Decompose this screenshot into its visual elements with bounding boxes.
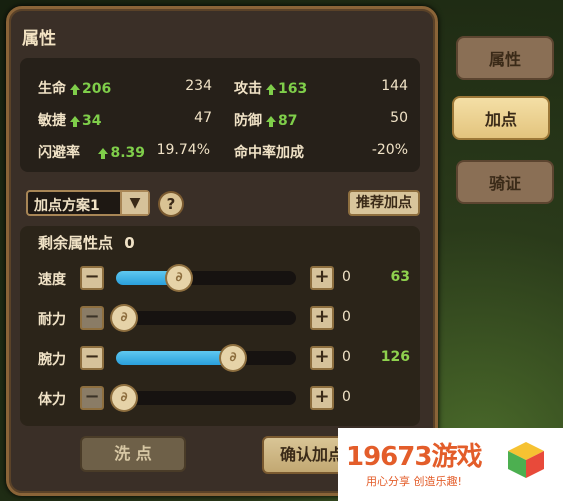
- up-arrow-icon: [266, 116, 276, 127]
- stat-hit-value: -20%: [371, 142, 408, 158]
- remaining-points: 剩余属性点 0: [38, 232, 135, 253]
- help-icon[interactable]: ?: [160, 193, 182, 215]
- remaining-value: 0: [124, 234, 135, 252]
- slider-track[interactable]: ∂: [116, 266, 296, 290]
- stat-hit: 命中率加成: [234, 142, 304, 162]
- stat-atk: 攻击 163: [234, 78, 307, 98]
- stat-dodge-value: 19.74%: [156, 142, 210, 158]
- stat-atk-up: 163: [278, 81, 308, 97]
- slider-knob[interactable]: ∂: [112, 386, 136, 410]
- stat-def-up: 87: [278, 113, 298, 129]
- slider-track[interactable]: ∂: [112, 306, 296, 330]
- stat-agi: 敏捷 34: [38, 110, 101, 130]
- stat-dodge-up: 8.39: [110, 145, 145, 161]
- stat-def-name: 防御: [234, 113, 262, 129]
- scheme-select[interactable]: 加点方案1 ▼: [26, 190, 150, 216]
- stat-agi-up: 34: [82, 113, 102, 129]
- up-arrow-icon: [70, 116, 80, 127]
- up-arrow-icon: [98, 148, 109, 159]
- slider-fill: [116, 351, 233, 365]
- remaining-label: 剩余属性点: [38, 234, 114, 252]
- plus-button[interactable]: +: [310, 386, 334, 410]
- slider-knob[interactable]: ∂: [112, 306, 136, 330]
- stat-hp-up: 206: [82, 81, 112, 97]
- wash-points-button[interactable]: 洗 点: [80, 436, 186, 472]
- stat-hp: 生命 206: [38, 78, 111, 98]
- stat-agi-name: 敏捷: [38, 113, 66, 129]
- watermark: 19673游戏 用心分享 创造乐趣!: [338, 428, 563, 501]
- stat-def: 防御 87: [234, 110, 297, 130]
- slider-track[interactable]: ∂: [112, 386, 296, 410]
- minus-button[interactable]: −: [80, 346, 104, 370]
- stat-def-value: 50: [390, 110, 408, 126]
- minus-button[interactable]: −: [80, 386, 104, 410]
- row-label: 速度: [38, 272, 66, 288]
- stat-hp-name: 生命: [38, 81, 66, 97]
- tab-attributes[interactable]: 属性: [456, 36, 554, 80]
- added-points: 0: [342, 309, 351, 325]
- stat-atk-name: 攻击: [234, 81, 262, 97]
- watermark-subtitle: 用心分享 创造乐趣!: [366, 475, 462, 488]
- added-points: 0: [342, 389, 351, 405]
- total-value: 126: [380, 349, 410, 365]
- stat-hit-name: 命中率加成: [234, 145, 304, 161]
- watermark-title: 19673游戏: [346, 442, 482, 472]
- stat-agi-value: 47: [194, 110, 212, 126]
- scheme-selected-label: 加点方案1: [34, 198, 100, 214]
- stat-dodge-name: 闪避率: [38, 145, 80, 161]
- tab-add-points[interactable]: 加点: [452, 96, 550, 140]
- minus-button[interactable]: −: [80, 266, 104, 290]
- added-points: 0: [342, 269, 351, 285]
- panel-title: 属性: [22, 29, 56, 49]
- slider-knob[interactable]: ∂: [221, 346, 245, 370]
- row-label: 体力: [38, 392, 66, 408]
- row-label: 耐力: [38, 312, 66, 328]
- plus-button[interactable]: +: [310, 306, 334, 330]
- stat-hp-value: 234: [185, 78, 212, 94]
- stat-dodge: 闪避率 8.39: [38, 142, 145, 162]
- up-arrow-icon: [266, 84, 276, 95]
- total-value: 63: [390, 269, 410, 285]
- slider-knob[interactable]: ∂: [167, 266, 191, 290]
- up-arrow-icon: [70, 84, 80, 95]
- cube-logo-icon: [508, 442, 544, 478]
- stat-atk-value: 144: [381, 78, 408, 94]
- tab-mount[interactable]: 骑证: [456, 160, 554, 204]
- added-points: 0: [342, 349, 351, 365]
- plus-button[interactable]: +: [310, 346, 334, 370]
- plus-button[interactable]: +: [310, 266, 334, 290]
- recommend-button[interactable]: 推荐加点: [348, 190, 420, 216]
- slider-track[interactable]: ∂: [116, 346, 296, 370]
- row-label: 腕力: [38, 352, 66, 368]
- minus-button[interactable]: −: [80, 306, 104, 330]
- chevron-down-icon[interactable]: ▼: [120, 192, 148, 214]
